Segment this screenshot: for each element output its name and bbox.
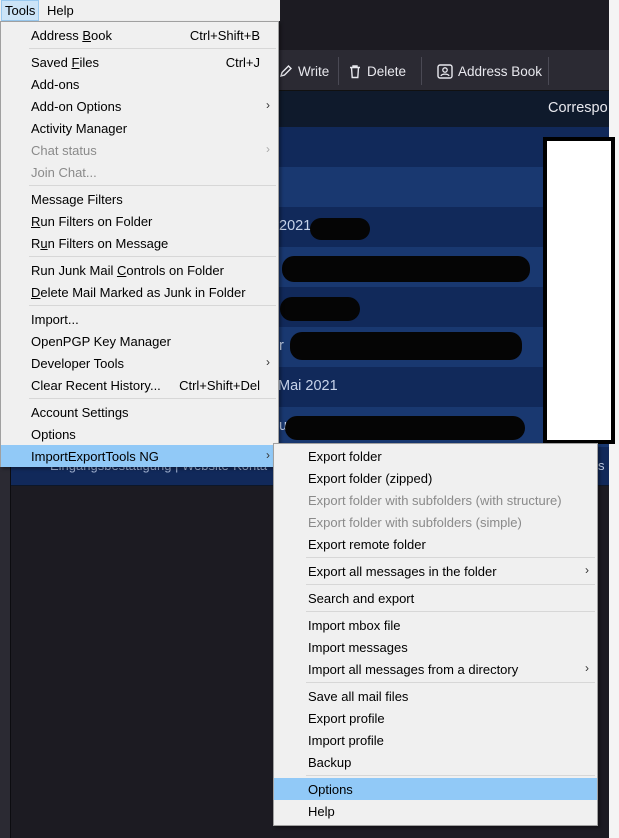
menu-item-run-filters-folder[interactable]: Run Filters on Folder xyxy=(1,210,278,232)
pencil-icon xyxy=(279,64,293,78)
menu-bar xyxy=(0,0,280,21)
menu-separator xyxy=(29,398,276,399)
redaction-mark xyxy=(310,218,370,240)
chevron-right-icon: › xyxy=(266,355,270,369)
submenu-item-export-all-messages[interactable]: Export all messages in the folder › xyxy=(274,560,597,582)
delete-button[interactable]: Delete xyxy=(348,61,406,81)
menu-item-account-settings[interactable]: Account Settings xyxy=(1,401,278,423)
help-menu-label: Help xyxy=(47,3,74,18)
menu-item-developer-tools[interactable]: Developer Tools › xyxy=(1,352,278,374)
submenu-item-help[interactable]: Help xyxy=(274,800,597,822)
menu-separator xyxy=(306,775,595,776)
submenu-item-export-folder-zipped[interactable]: Export folder (zipped) xyxy=(274,467,597,489)
chevron-right-icon: › xyxy=(266,98,270,112)
submenu-item-export-subfolders-structure: Export folder with subfolders (with stru… xyxy=(308,493,562,508)
toolbar-separator xyxy=(421,57,422,85)
submenu-item-export-subfolders-simple: Export folder with subfolders (simple) xyxy=(308,515,522,530)
submenu-item-export-profile[interactable]: Export profile xyxy=(274,707,597,729)
tools-menu: Address Book Ctrl+Shift+B Saved Files Ct… xyxy=(0,21,279,467)
correspondents-column-header[interactable]: Correspo xyxy=(548,100,608,116)
tools-menu-label: Tools xyxy=(5,3,36,18)
address-book-button[interactable]: Address Book xyxy=(437,61,542,81)
menu-separator xyxy=(29,305,276,306)
submenu-item-export-remote[interactable]: Export remote folder xyxy=(274,533,597,555)
importexporttools-submenu: Export folder Export folder (zipped) Exp… xyxy=(273,443,598,826)
menu-item-address-book[interactable]: Address Book Ctrl+Shift+B xyxy=(1,24,278,46)
submenu-item-import-all-directory[interactable]: Import all messages from a directory › xyxy=(274,658,597,680)
menu-item-importexporttools[interactable]: ImportExportTools NG › xyxy=(1,445,278,467)
menu-separator xyxy=(29,48,276,49)
submenu-item-import-mbox[interactable]: Import mbox file xyxy=(274,614,597,636)
menu-separator xyxy=(306,611,595,612)
menu-item-message-filters[interactable]: Message Filters xyxy=(1,188,278,210)
row-date-text: Mai 2021 xyxy=(278,378,338,394)
write-button[interactable]: Write xyxy=(279,61,329,81)
redaction-mark xyxy=(285,416,525,440)
toolbar-separator xyxy=(548,57,549,85)
shortcut-label: Ctrl+Shift+Del xyxy=(179,378,260,393)
menu-separator xyxy=(306,557,595,558)
address-book-button-label: Address Book xyxy=(458,63,543,79)
submenu-item-backup[interactable]: Backup xyxy=(274,751,597,773)
submenu-item-export-folder[interactable]: Export folder xyxy=(274,445,597,467)
menu-item-run-junk-controls[interactable]: Run Junk Mail Controls on Folder xyxy=(1,259,278,281)
menu-separator xyxy=(29,256,276,257)
menu-item-add-on-options[interactable]: Add-on Options › xyxy=(1,95,278,117)
redaction-box xyxy=(543,137,615,444)
menu-item-run-filters-message[interactable]: Run Filters on Message xyxy=(1,232,278,254)
contact-card-icon xyxy=(437,63,453,79)
menu-separator xyxy=(306,682,595,683)
row-subject-text-tail: s xyxy=(598,458,605,473)
menu-separator xyxy=(306,584,595,585)
trash-icon xyxy=(348,64,362,79)
redaction-mark xyxy=(280,297,360,321)
submenu-item-search-export[interactable]: Search and export xyxy=(274,587,597,609)
submenu-item-save-all-mail[interactable]: Save all mail files xyxy=(274,685,597,707)
chevron-right-icon: › xyxy=(585,661,589,675)
write-button-label: Write xyxy=(298,63,330,79)
menu-item-delete-junk[interactable]: Delete Mail Marked as Junk in Folder xyxy=(1,281,278,303)
delete-button-label: Delete xyxy=(367,63,407,79)
menu-item-add-ons[interactable]: Add-ons xyxy=(1,73,278,95)
menu-item-import[interactable]: Import... xyxy=(1,308,278,330)
submenu-item-options[interactable]: Options xyxy=(274,778,597,800)
menu-item-options[interactable]: Options xyxy=(1,423,278,445)
menu-item-saved-files[interactable]: Saved Files Ctrl+J xyxy=(1,51,278,73)
menu-item-chat-status: Chat status › xyxy=(31,142,270,158)
chevron-right-icon: › xyxy=(266,142,270,156)
tools-menu-button[interactable]: Tools xyxy=(1,0,40,21)
menu-item-openpgp[interactable]: OpenPGP Key Manager xyxy=(1,330,278,352)
submenu-item-import-profile[interactable]: Import profile xyxy=(274,729,597,751)
redaction-mark xyxy=(282,256,530,282)
shortcut-label: Ctrl+J xyxy=(225,55,260,70)
redaction-mark xyxy=(290,332,522,360)
submenu-item-import-messages[interactable]: Import messages xyxy=(274,636,597,658)
menu-item-join-chat: Join Chat... xyxy=(31,165,97,180)
menu-item-clear-history[interactable]: Clear Recent History... Ctrl+Shift+Del xyxy=(1,374,278,396)
menu-item-activity-manager[interactable]: Activity Manager xyxy=(1,117,278,139)
row-date-text: r xyxy=(279,338,284,354)
chevron-right-icon: › xyxy=(266,448,270,462)
menu-separator xyxy=(29,185,276,186)
help-menu-button[interactable]: Help xyxy=(44,0,77,21)
chevron-right-icon: › xyxy=(585,563,589,577)
toolbar-separator xyxy=(338,57,339,85)
shortcut-label: Ctrl+Shift+B xyxy=(189,28,260,43)
